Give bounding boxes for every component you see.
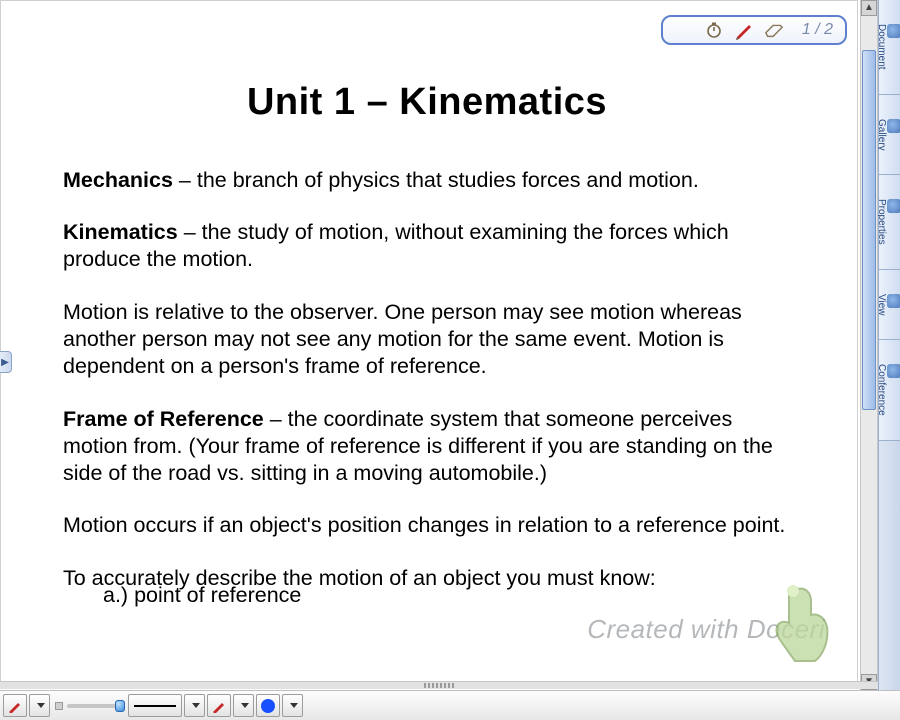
line-style-button[interactable] [128, 694, 182, 717]
vertical-scrollbar[interactable]: ▲ ▼ [860, 0, 878, 690]
eraser-icon[interactable] [764, 20, 784, 40]
splitter-grip-icon [424, 683, 454, 688]
watermark-text: Created with Doceri [587, 614, 825, 645]
color-swatch-icon [261, 699, 275, 713]
pen-icon[interactable] [734, 20, 754, 40]
color-button[interactable] [256, 694, 280, 717]
chevron-down-icon [241, 703, 249, 708]
term-frame-of-reference: Frame of Reference [63, 407, 264, 431]
page-title: Unit 1 – Kinematics [63, 79, 791, 127]
side-tab-properties[interactable]: Properties [879, 175, 900, 270]
scroll-up-arrow[interactable]: ▲ [861, 0, 877, 16]
gallery-icon [887, 119, 900, 133]
conference-icon [887, 364, 900, 378]
side-tab-view[interactable]: View [879, 270, 900, 341]
chevron-down-icon [37, 703, 45, 708]
definition-frame-of-reference: Frame of Reference – the coordinate syst… [63, 406, 791, 487]
pen-tool-button[interactable] [3, 694, 27, 717]
document-canvas[interactable]: ▶ 1 / 2 Unit 1 – Kinematics Mechanics – … [0, 0, 858, 688]
side-tab-rail: Document Gallery Properties View Confere… [878, 0, 900, 690]
side-tab-document[interactable]: Document [879, 0, 900, 95]
left-panel-expand[interactable]: ▶ [0, 351, 12, 373]
timer-icon[interactable] [704, 20, 724, 40]
chevron-down-icon [290, 703, 298, 708]
slider-min-icon [55, 702, 63, 710]
document-icon [887, 24, 900, 38]
definition-mechanics: Mechanics – the branch of physics that s… [63, 167, 791, 194]
term-mechanics: Mechanics [63, 168, 173, 192]
side-tab-conference[interactable]: Conference [879, 340, 900, 441]
view-icon [887, 294, 900, 308]
slider-thumb[interactable] [115, 700, 125, 712]
slider-track[interactable] [67, 704, 123, 708]
line-preview-icon [134, 705, 176, 707]
definition-kinematics: Kinematics – the study of motion, withou… [63, 219, 791, 273]
chevron-down-icon [192, 703, 200, 708]
side-tab-gallery[interactable]: Gallery [879, 95, 900, 176]
paragraph-motion-occurs: Motion occurs if an object's position ch… [63, 512, 791, 539]
scroll-thumb[interactable] [862, 50, 876, 410]
bottom-toolbar [0, 690, 900, 720]
term-kinematics: Kinematics [63, 220, 178, 244]
page-indicator: 1 / 2 [661, 15, 847, 45]
line-style-dropdown[interactable] [184, 694, 205, 717]
pen-tool-dropdown[interactable] [29, 694, 50, 717]
horizontal-splitter[interactable] [0, 681, 878, 689]
pen-tool-2-dropdown[interactable] [233, 694, 254, 717]
document-body: Unit 1 – Kinematics Mechanics – the bran… [15, 79, 847, 609]
properties-icon [887, 199, 900, 213]
thickness-slider[interactable] [55, 694, 123, 717]
pen-tool-2-button[interactable] [207, 694, 231, 717]
paragraph-relativity: Motion is relative to the observer. One … [63, 299, 791, 380]
color-dropdown[interactable] [282, 694, 303, 717]
page-count-label: 1 / 2 [802, 21, 833, 39]
